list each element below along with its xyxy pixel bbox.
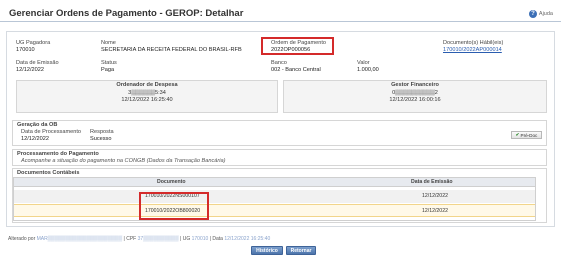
documentos-contabeis-title: Documentos Contábeis (17, 170, 80, 176)
data-emissao-label: Data de Emissão (16, 60, 59, 66)
nome-value: SECRETARIA DA RECEITA FEDERAL DO BRASIL-… (101, 47, 242, 53)
documentos-table: Documento Data de Emissão 170010/2022NS0… (13, 177, 536, 221)
data-processamento-field: Data de Processamento 12/12/2022 (21, 129, 81, 143)
help-label[interactable]: Ajuda (539, 11, 553, 17)
data-processamento-value: 12/12/2022 (21, 136, 49, 142)
cpf-label: | CPF (123, 236, 137, 242)
ug-label: | UG (180, 236, 191, 242)
documentos-habil-link[interactable]: 170010/2022AP000014 (443, 47, 503, 54)
data-emissao-value: 12/12/2022 (16, 67, 44, 73)
cpf-value: 37▒▒▒▒▒▒▒▒▒▒ (137, 236, 179, 242)
table-row[interactable]: 170010/2022NS000107 12/12/2022 (14, 190, 535, 203)
nome-field: Nome SECRETARIA DA RECEITA FEDERAL DO BR… (101, 40, 242, 54)
geracao-ob-title: Geração da OB (17, 122, 58, 128)
ug-value: 170010 (191, 236, 209, 242)
table-row[interactable]: 170010/2022OB800020 12/12/2022 (14, 204, 535, 217)
check-icon: ✔ (515, 132, 520, 137)
documentos-habil-label: Documento(s) Hábil(eis) (443, 40, 504, 46)
ordenador-datetime: 12/12/2022 16:25:40 (121, 97, 173, 103)
resposta-field: Resposta Sucesso (90, 129, 114, 143)
row-data: 12/12/2022 (422, 193, 448, 199)
ug-pagadora-value: 170010 (16, 47, 35, 53)
page-title: Gerenciar Ordens de Pagamento - GEROP: D… (9, 8, 244, 19)
ug-pagadora-label: UG Pagadora (16, 40, 51, 46)
alterado-value: MAR▒▒▒▒▒▒▒▒▒▒▒▒▒▒▒▒▒▒▒▒▒ (36, 236, 123, 242)
data-emissao-field: Data de Emissão 12/12/2022 (16, 60, 59, 74)
data-value: 12/12/2022 16:25:40 (224, 236, 271, 242)
data-processamento-label: Data de Processamento (21, 129, 82, 135)
status-label: Status (101, 60, 117, 66)
gestor-title: Gestor Financeiro (391, 82, 439, 88)
historico-button[interactable]: Histórico (251, 246, 283, 255)
gestor-id: 0▒▒▒▒▒▒▒▒▒▒2 (392, 90, 438, 96)
nome-label: Nome (101, 40, 116, 46)
valor-label: Valor (357, 60, 370, 66)
processamento-section: Processamento do Pagamento Acompanhe a s… (12, 149, 547, 166)
status-field: Status Paga (101, 60, 117, 74)
resposta-label: Resposta (90, 129, 114, 135)
col-data-emissao: Data de Emissão (411, 179, 453, 185)
retornar-button[interactable]: Retornar (286, 246, 316, 255)
col-documento: Documento (157, 179, 186, 185)
ug-pagadora-field: UG Pagadora 170010 (16, 40, 50, 54)
pre-doc-button[interactable]: ✔ Pré-Doc (511, 131, 542, 139)
gestor-panel: Gestor Financeiro 0▒▒▒▒▒▒▒▒▒▒2 12/12/202… (283, 80, 547, 113)
help-icon[interactable]: ? (528, 10, 537, 18)
data-label: | Data (209, 236, 223, 242)
valor-field: Valor 1.000,00 (357, 60, 379, 74)
alterado-label: Alterado por (8, 236, 36, 242)
banco-field: Banco 002 - Banco Central (271, 60, 321, 74)
ordenador-title: Ordenador de Despesa (116, 82, 178, 88)
documentos-highlight (139, 192, 209, 220)
valor-value: 1.000,00 (357, 67, 379, 73)
pre-doc-label: Pré-Doc (520, 132, 538, 138)
processamento-title: Processamento do Pagamento (17, 151, 99, 157)
ordem-pagamento-label: Ordem de Pagamento (271, 40, 327, 46)
banco-value: 002 - Banco Central (271, 67, 321, 73)
resposta-value: Sucesso (90, 136, 112, 142)
banco-label: Banco (271, 60, 287, 66)
documentos-habil-field: Documento(s) Hábil(eis) 170010/2022AP000… (443, 40, 503, 54)
alteration-info: Alterado por MAR▒▒▒▒▒▒▒▒▒▒▒▒▒▒▒▒▒▒▒▒▒ | … (8, 236, 270, 242)
ordem-pagamento-value: 2022OP000056 (271, 47, 311, 53)
processamento-description: Acompanhe a situação do pagamento na CON… (21, 158, 226, 164)
ordenador-id: 3▒▒▒▒▒▒5:34 (128, 90, 166, 96)
status-value: Paga (101, 67, 115, 73)
help-link[interactable]: ? Ajuda (528, 10, 553, 18)
ordem-pagamento-field: Ordem de Pagamento 2022OP000056 (271, 40, 326, 54)
geracao-ob-section: Geração da OB Data de Processamento 12/1… (12, 120, 547, 146)
title-bar: Gerenciar Ordens de Pagamento - GEROP: D… (0, 0, 561, 22)
row-data: 12/12/2022 (422, 208, 448, 214)
ordenador-panel: Ordenador de Despesa 3▒▒▒▒▒▒5:34 12/12/2… (16, 80, 278, 113)
table-header: Documento Data de Emissão (14, 178, 535, 187)
gestor-datetime: 12/12/2022 16:00:16 (389, 97, 441, 103)
